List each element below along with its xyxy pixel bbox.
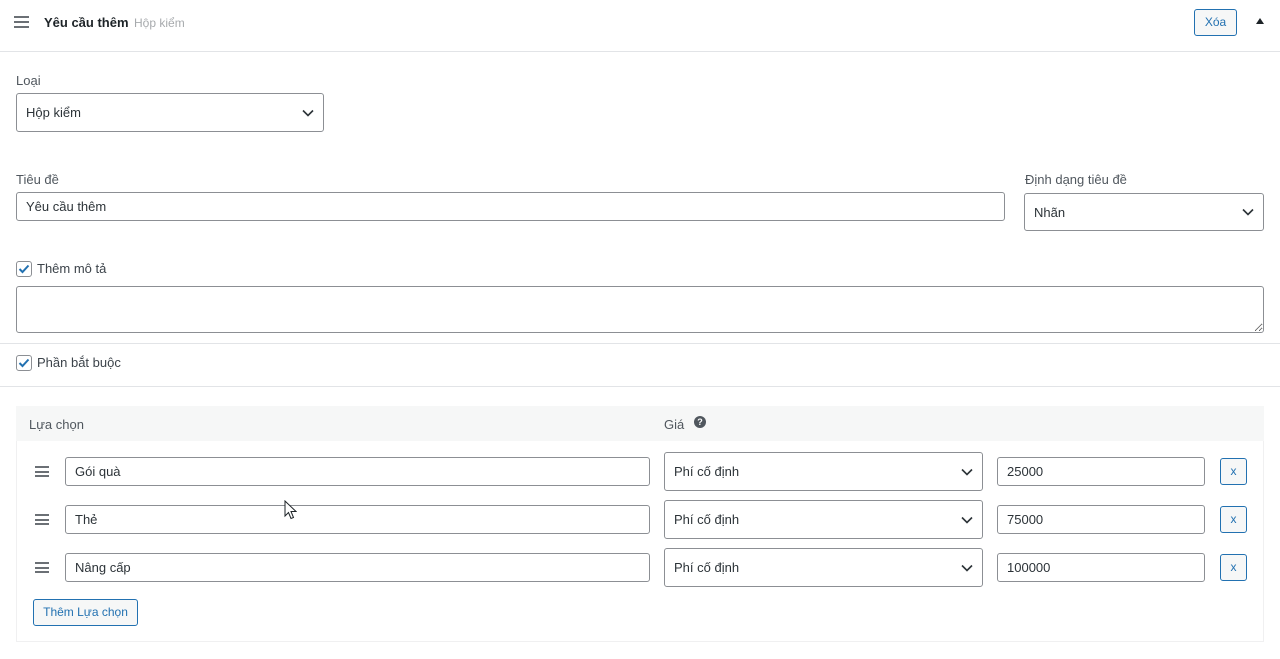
drag-handle-icon[interactable] bbox=[14, 16, 29, 28]
remove-option-button[interactable]: x bbox=[1220, 506, 1247, 533]
price-input[interactable]: 25000 bbox=[997, 457, 1205, 486]
title-input-value: Yêu cầu thêm bbox=[26, 199, 107, 214]
choice-column-header: Lựa chọn bbox=[29, 417, 84, 432]
field-title: Yêu cầu thêm bbox=[44, 15, 129, 30]
type-select-value: Hộp kiểm bbox=[26, 105, 81, 120]
checkmark-icon bbox=[18, 358, 30, 368]
type-select[interactable]: Hộp kiểm bbox=[16, 93, 324, 132]
remove-option-button[interactable]: x bbox=[1220, 458, 1247, 485]
type-label: Loại bbox=[16, 73, 41, 88]
chevron-down-icon bbox=[961, 516, 973, 524]
required-checkbox[interactable] bbox=[16, 355, 32, 371]
chevron-down-icon bbox=[302, 109, 314, 117]
price-type-select[interactable]: Phí cố định bbox=[664, 452, 983, 491]
chevron-down-icon bbox=[1242, 208, 1254, 216]
option-name-input[interactable]: Thẻ bbox=[65, 505, 650, 534]
price-value: 25000 bbox=[1007, 464, 1044, 479]
price-type-select[interactable]: Phí cố định bbox=[664, 500, 983, 539]
option-name-value: Thẻ bbox=[75, 512, 98, 527]
chevron-down-icon bbox=[961, 564, 973, 572]
field-header bbox=[0, 0, 1280, 52]
price-input[interactable]: 100000 bbox=[997, 553, 1205, 582]
add-description-checkbox[interactable] bbox=[16, 261, 32, 277]
mouse-cursor-icon bbox=[284, 500, 297, 520]
title-format-value: Nhãn bbox=[1034, 204, 1066, 220]
option-name-value: Nâng cấp bbox=[75, 560, 131, 575]
collapse-icon[interactable] bbox=[1256, 18, 1264, 24]
description-textarea[interactable] bbox=[16, 286, 1264, 333]
option-name-input[interactable]: Nâng cấp bbox=[65, 553, 650, 582]
divider bbox=[0, 386, 1280, 387]
row-drag-handle-icon[interactable] bbox=[35, 562, 49, 573]
option-name-input[interactable]: Gói quà bbox=[65, 457, 650, 486]
price-type-value: Phí cố định bbox=[674, 560, 740, 575]
price-type-value: Phí cố định bbox=[674, 512, 740, 527]
field-type-subtitle: Hộp kiểm bbox=[134, 16, 185, 30]
help-icon[interactable]: ? bbox=[694, 416, 706, 428]
title-format-select[interactable]: Nhãn bbox=[1024, 193, 1264, 231]
price-value: 100000 bbox=[1007, 560, 1051, 575]
price-input[interactable]: 75000 bbox=[997, 505, 1205, 534]
option-name-value: Gói quà bbox=[75, 464, 121, 479]
price-type-select[interactable]: Phí cố định bbox=[664, 548, 983, 587]
chevron-down-icon bbox=[961, 468, 973, 476]
remove-option-button[interactable]: x bbox=[1220, 554, 1247, 581]
title-input[interactable]: Yêu cầu thêm bbox=[16, 192, 1005, 221]
title-label: Tiêu đề bbox=[16, 172, 59, 187]
options-table-header bbox=[16, 406, 1264, 441]
price-value: 75000 bbox=[1007, 512, 1044, 527]
add-description-label: Thêm mô tả bbox=[37, 261, 107, 276]
title-format-label: Định dạng tiêu đề bbox=[1025, 172, 1127, 187]
price-column-header: Giá bbox=[664, 417, 685, 432]
delete-button[interactable]: Xóa bbox=[1194, 9, 1237, 36]
required-label: Phần bắt buộc bbox=[37, 355, 121, 370]
price-type-value: Phí cố định bbox=[674, 464, 740, 479]
row-drag-handle-icon[interactable] bbox=[35, 466, 49, 477]
divider bbox=[0, 343, 1280, 344]
add-choice-button[interactable]: Thêm Lựa chọn bbox=[33, 599, 138, 626]
checkmark-icon bbox=[18, 264, 30, 274]
row-drag-handle-icon[interactable] bbox=[35, 514, 49, 525]
